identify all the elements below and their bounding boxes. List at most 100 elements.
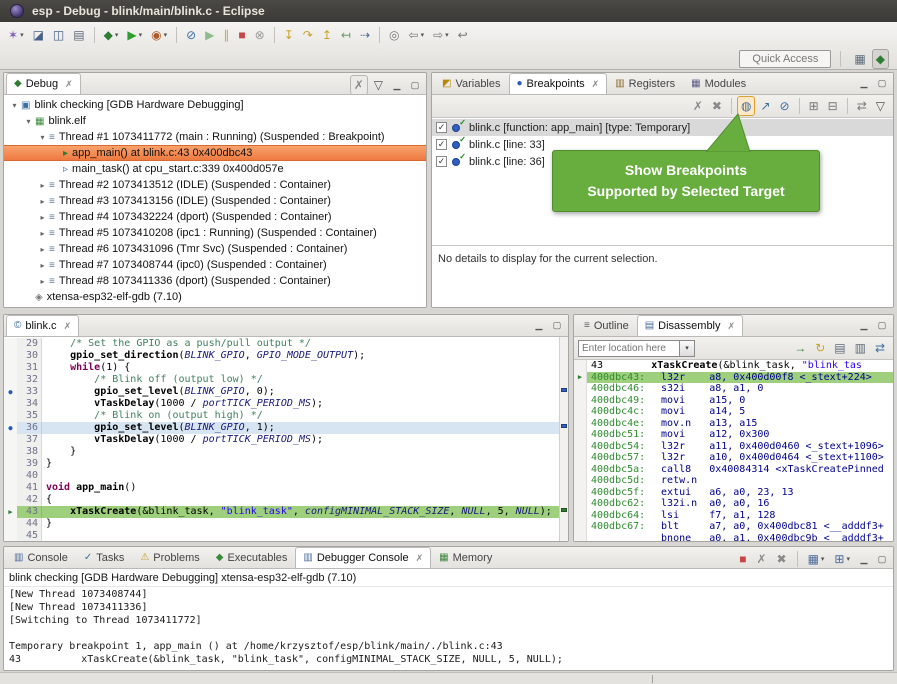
- quick-access-button[interactable]: Quick Access: [739, 50, 831, 68]
- disassembly-row[interactable]: 400dbc46: s32i a8, a1, 0: [574, 383, 893, 395]
- open-perspective-icon[interactable]: ▦: [850, 49, 869, 69]
- close-icon[interactable]: ✗: [592, 79, 600, 90]
- sync-with-stack-frame-icon[interactable]: ⇄: [871, 338, 889, 358]
- overview-mark[interactable]: [561, 388, 567, 392]
- minimize-icon[interactable]: ▁: [856, 75, 872, 91]
- disassembly-row[interactable]: 400dbc4c: movi a14, 5: [574, 406, 893, 418]
- minimize-icon[interactable]: ▁: [389, 77, 405, 93]
- debug-tree-item[interactable]: ▸≡Thread #2 1073413512 (IDLE) (Suspended…: [4, 177, 426, 193]
- editor-line[interactable]: 29 /* Set the GPIO as a push/pull output…: [4, 338, 559, 350]
- external-tools-dropdown[interactable]: ◉▾: [147, 25, 171, 45]
- debug-tree-item[interactable]: ▸≡Thread #4 1073432224 (dport) (Suspende…: [4, 209, 426, 225]
- editor-line[interactable]: 31 while(1) {: [4, 362, 559, 374]
- minimize-icon[interactable]: ▁: [856, 551, 872, 567]
- editor-line[interactable]: ●36 gpio_set_level(BLINK_GPIO, 1);: [4, 422, 559, 434]
- collapse-all-icon[interactable]: ⊟: [824, 96, 842, 116]
- debug-tree-item[interactable]: ▸≡Thread #3 1073413156 (IDLE) (Suspended…: [4, 193, 426, 209]
- instruction-pointer-icon[interactable]: ▶: [4, 506, 17, 518]
- minimize-icon[interactable]: ▁: [531, 317, 547, 333]
- overview-ruler[interactable]: [559, 337, 568, 541]
- location-dropdown-icon[interactable]: ▾: [680, 340, 695, 357]
- disassembly-row[interactable]: 400dbc49: movi a15, 0: [574, 395, 893, 407]
- debug-tree-item[interactable]: ▹main_task() at cpu_start.c:339 0x400d05…: [4, 161, 426, 177]
- editor-line[interactable]: 40: [4, 470, 559, 482]
- editor-line[interactable]: ▶43 xTaskCreate(&blink_task, "blink_task…: [4, 506, 559, 518]
- expander-icon[interactable]: ▾: [8, 101, 21, 110]
- link-with-debug-icon[interactable]: ⇄: [853, 96, 871, 116]
- expander-icon[interactable]: ▸: [36, 213, 49, 222]
- expander-icon[interactable]: ▾: [36, 133, 49, 142]
- disassembly-row[interactable]: 43 xTaskCreate(&blink_task, "blink_tas: [574, 360, 893, 372]
- view-menu-icon[interactable]: ▽: [370, 75, 387, 95]
- last-edit-location-icon[interactable]: ↩: [454, 25, 472, 45]
- run-dropdown[interactable]: ▶▾: [123, 25, 146, 45]
- disconnect-icon[interactable]: ⊗: [251, 25, 269, 45]
- editor-line[interactable]: 44}: [4, 518, 559, 530]
- disassembly-row[interactable]: 400dbc57: l32r a10, 0x400d0464 <_stext+1…: [574, 452, 893, 464]
- show-source-icon[interactable]: ▤: [830, 338, 849, 358]
- expand-all-icon[interactable]: ⊞: [805, 96, 823, 116]
- editor-tab-blink-c[interactable]: ©blink.c✗: [6, 315, 79, 336]
- breakpoint-marker-icon[interactable]: ●: [4, 386, 17, 398]
- debug-tree-item[interactable]: ▾▦blink.elf: [4, 113, 426, 129]
- back-dropdown[interactable]: ⇦▾: [405, 25, 429, 45]
- bottom-tab-memory[interactable]: ▦Memory: [431, 547, 500, 568]
- disassembly-listing[interactable]: 43 xTaskCreate(&blink_task, "blink_tas▶4…: [574, 360, 893, 541]
- disassembly-row[interactable]: 400dbc5a: call8 0x40084314 <xTaskCreateP…: [574, 464, 893, 476]
- overview-mark[interactable]: [561, 508, 567, 512]
- suspend-icon[interactable]: ∥: [219, 25, 233, 45]
- disassembly-row[interactable]: bnone a0, a1, 0x400dbc9b <__adddf3+: [574, 533, 893, 542]
- disassembly-row[interactable]: 400dbc54: l32r a11, 0x400d0460 <_stext+1…: [574, 441, 893, 453]
- debug-tab-debug[interactable]: ◆Debug✗: [6, 73, 81, 94]
- display-selected-console-dropdown[interactable]: ▦▾: [804, 549, 829, 569]
- right-tab-outline[interactable]: ≡Outline: [576, 315, 637, 336]
- open-console-dropdown[interactable]: ⊞▾: [830, 549, 854, 569]
- expander-icon[interactable]: ▸: [36, 229, 49, 238]
- expander-icon[interactable]: ▸: [36, 181, 49, 190]
- editor-line[interactable]: 32 /* Blink off (output low) */: [4, 374, 559, 386]
- close-icon[interactable]: ✗: [416, 553, 424, 564]
- expander-icon[interactable]: ▸: [36, 277, 49, 286]
- breakpoint-marker-icon[interactable]: ●: [4, 422, 17, 434]
- new-wizard-dropdown[interactable]: ✶▾: [4, 25, 28, 45]
- remove-all-terminated-icon[interactable]: ✗: [350, 75, 368, 95]
- overview-mark[interactable]: [561, 424, 567, 428]
- remove-all-terminated-icon[interactable]: ✖: [773, 549, 791, 569]
- editor-line[interactable]: 39}: [4, 458, 559, 470]
- bottom-tab-problems[interactable]: ⚠Problems: [132, 547, 207, 568]
- debug-perspective-icon[interactable]: ◆: [872, 49, 889, 69]
- editor-line[interactable]: 41void app_main(): [4, 482, 559, 494]
- maximize-icon[interactable]: ▢: [874, 317, 890, 333]
- expander-icon[interactable]: ▾: [22, 117, 35, 126]
- save-icon[interactable]: ◪: [29, 25, 48, 45]
- skip-all-breakpoints-icon[interactable]: ⊘: [776, 96, 794, 116]
- right-tab-disassembly[interactable]: ▤Disassembly✗: [637, 315, 743, 336]
- minimize-icon[interactable]: ▁: [856, 317, 872, 333]
- debug-tree-item[interactable]: ▸≡Thread #8 1073411336 (dport) (Suspende…: [4, 273, 426, 289]
- print-icon[interactable]: ▤: [69, 25, 88, 45]
- bottom-tab-debugger-console[interactable]: ▥Debugger Console✗: [295, 547, 431, 568]
- editor-line[interactable]: 37 vTaskDelay(1000 / portTICK_PERIOD_MS)…: [4, 434, 559, 446]
- editor-line[interactable]: 35 /* Blink on (output high) */: [4, 410, 559, 422]
- debug-tree-item[interactable]: ▾▣blink checking [GDB Hardware Debugging…: [4, 97, 426, 113]
- maximize-icon[interactable]: ▢: [874, 551, 890, 567]
- expander-icon[interactable]: ▸: [36, 245, 49, 254]
- disassembly-row[interactable]: 400dbc64: lsi f7, a1, 128: [574, 510, 893, 522]
- jump-to-pc-icon[interactable]: →: [790, 338, 810, 358]
- top-tab-variables[interactable]: ◩Variables: [434, 73, 509, 94]
- breakpoint-checkbox[interactable]: ✓: [436, 122, 447, 133]
- disassembly-row[interactable]: 400dbc62: l32i.n a0, a0, 16: [574, 498, 893, 510]
- save-all-icon[interactable]: ◫: [49, 25, 68, 45]
- resume-icon[interactable]: ▶: [201, 25, 218, 45]
- editor-line[interactable]: 45: [4, 530, 559, 541]
- breakpoint-item[interactable]: ✓✓blink.c [function: app_main] [type: Te…: [432, 119, 893, 136]
- debug-tree-item[interactable]: ▸≡Thread #6 1073431096 (Tmr Svc) (Suspen…: [4, 241, 426, 257]
- refresh-icon[interactable]: ↻: [811, 338, 829, 358]
- close-icon[interactable]: ✗: [65, 79, 73, 90]
- bottom-tab-tasks[interactable]: ✓Tasks: [76, 547, 133, 568]
- skip-all-breakpoints-icon[interactable]: ⊘: [182, 25, 200, 45]
- disassembly-row[interactable]: 400dbc4e: mov.n a13, a15: [574, 418, 893, 430]
- editor-line[interactable]: 38 }: [4, 446, 559, 458]
- top-tab-registers[interactable]: ▥Registers: [607, 73, 683, 94]
- debug-tree-item[interactable]: ▸≡Thread #7 1073408744 (ipc0) (Suspended…: [4, 257, 426, 273]
